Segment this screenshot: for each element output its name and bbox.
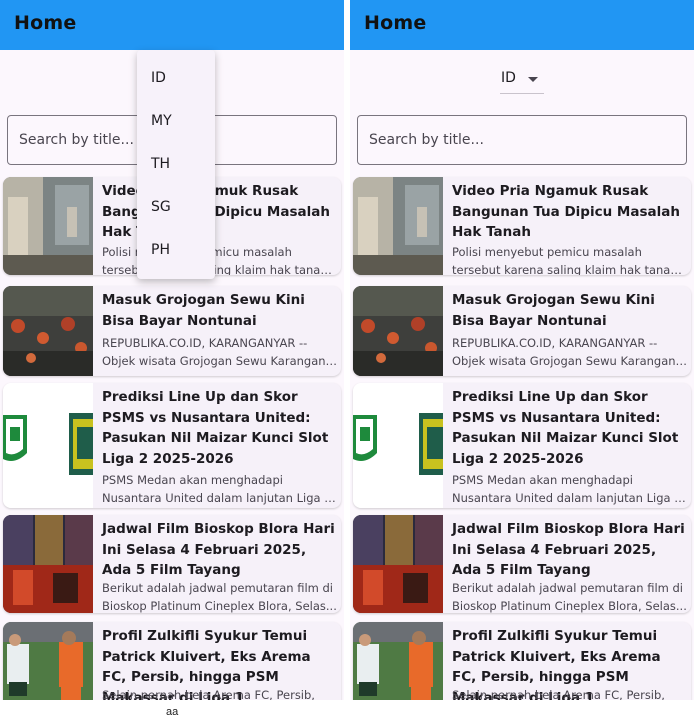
menu-item-th[interactable]: TH [137,143,215,186]
caption-text: aa [166,706,179,718]
article-title: Prediksi Line Up dan Skor PSMS vs Nusant… [102,389,329,467]
country-dropdown-menu: ID MY TH SG PH [137,50,215,279]
article-description: REPUBLIKA.CO.ID, KARANGANYAR -- Objek wis… [452,336,688,368]
waterfall-crowd-image [3,286,93,376]
article-description: Polisi menyebut pemicu masalahtersebut k… [452,245,688,275]
search-input[interactable] [357,115,687,165]
club-crests-image [353,383,443,508]
movie-poster-image [353,515,443,613]
app-bar-title: Home [364,12,427,34]
app-screen-menu-open: Home Video Pria Ngamuk Rusak Bangunan Tu… [0,0,344,700]
article-card[interactable]: Jadwal Film Bioskop Blora Hari Ini Selas… [3,515,341,613]
article-card[interactable]: Profil Zulkifli Syukur Temui Patrick Klu… [3,622,341,700]
article-card[interactable]: Masuk Grojogan Sewu Kini Bisa Bayar Nont… [3,286,341,376]
app-bar-title: Home [14,12,77,34]
app-bar: Home [350,0,694,50]
arrow-drop-down-icon [528,77,538,82]
article-title: Jadwal Film Bioskop Blora Hari Ini Selas… [102,521,335,578]
article-description: Selain pernah bela Arema FC, Persib, [452,688,665,700]
football-players-image [353,622,443,700]
article-title: Video Pria Ngamuk Rusak Bangunan Tua Dip… [452,183,680,240]
article-list[interactable]: Video Pria Ngamuk Rusak Bangunan Tua Dip… [350,173,694,700]
country-dropdown-value: ID [501,70,516,86]
article-description: Berikut adalah jadwal pemutaran film di B… [102,581,337,613]
article-description: REPUBLIKA.CO.ID, KARANGANYAR -- Objek wis… [102,336,338,368]
menu-item-id[interactable]: ID [137,57,215,100]
article-title: Masuk Grojogan Sewu Kini Bisa Bayar Nont… [102,292,305,329]
article-card[interactable]: Prediksi Line Up dan Skor PSMS vs Nusant… [353,383,691,508]
construction-site-image [353,177,443,275]
article-card[interactable]: Profil Zulkifli Syukur Temui Patrick Klu… [353,622,691,700]
club-crests-image [3,383,93,508]
article-title: Masuk Grojogan Sewu Kini Bisa Bayar Nont… [452,292,655,329]
waterfall-crowd-image [353,286,443,376]
movie-poster-image [3,515,93,613]
article-title: Jadwal Film Bioskop Blora Hari Ini Selas… [452,521,685,578]
menu-item-my[interactable]: MY [137,100,215,143]
article-card[interactable]: Masuk Grojogan Sewu Kini Bisa Bayar Nont… [353,286,691,376]
article-card[interactable]: Jadwal Film Bioskop Blora Hari Ini Selas… [353,515,691,613]
article-description: PSMS Medan akan menghadapi Nusantara Unit… [452,473,688,505]
app-screen-menu-closed: Home ID Video Pria Ngamuk Rusak Bangunan… [350,0,694,700]
country-dropdown[interactable]: ID [500,66,544,94]
app-bar: Home [0,0,344,50]
article-title: Prediksi Line Up dan Skor PSMS vs Nusant… [452,389,679,467]
article-card[interactable]: Prediksi Line Up dan Skor PSMS vs Nusant… [3,383,341,508]
article-description: Berikut adalah jadwal pemutaran film di B… [452,581,687,613]
article-card[interactable]: Video Pria Ngamuk Rusak Bangunan Tua Dip… [353,177,691,275]
menu-item-ph[interactable]: PH [137,229,215,272]
article-description: Selain pernah bela Arema FC, Persib, [102,688,315,700]
menu-item-sg[interactable]: SG [137,186,215,229]
article-description: PSMS Medan akan menghadapi Nusantara Unit… [102,473,338,505]
football-players-image [3,622,93,700]
construction-site-image [3,177,93,275]
